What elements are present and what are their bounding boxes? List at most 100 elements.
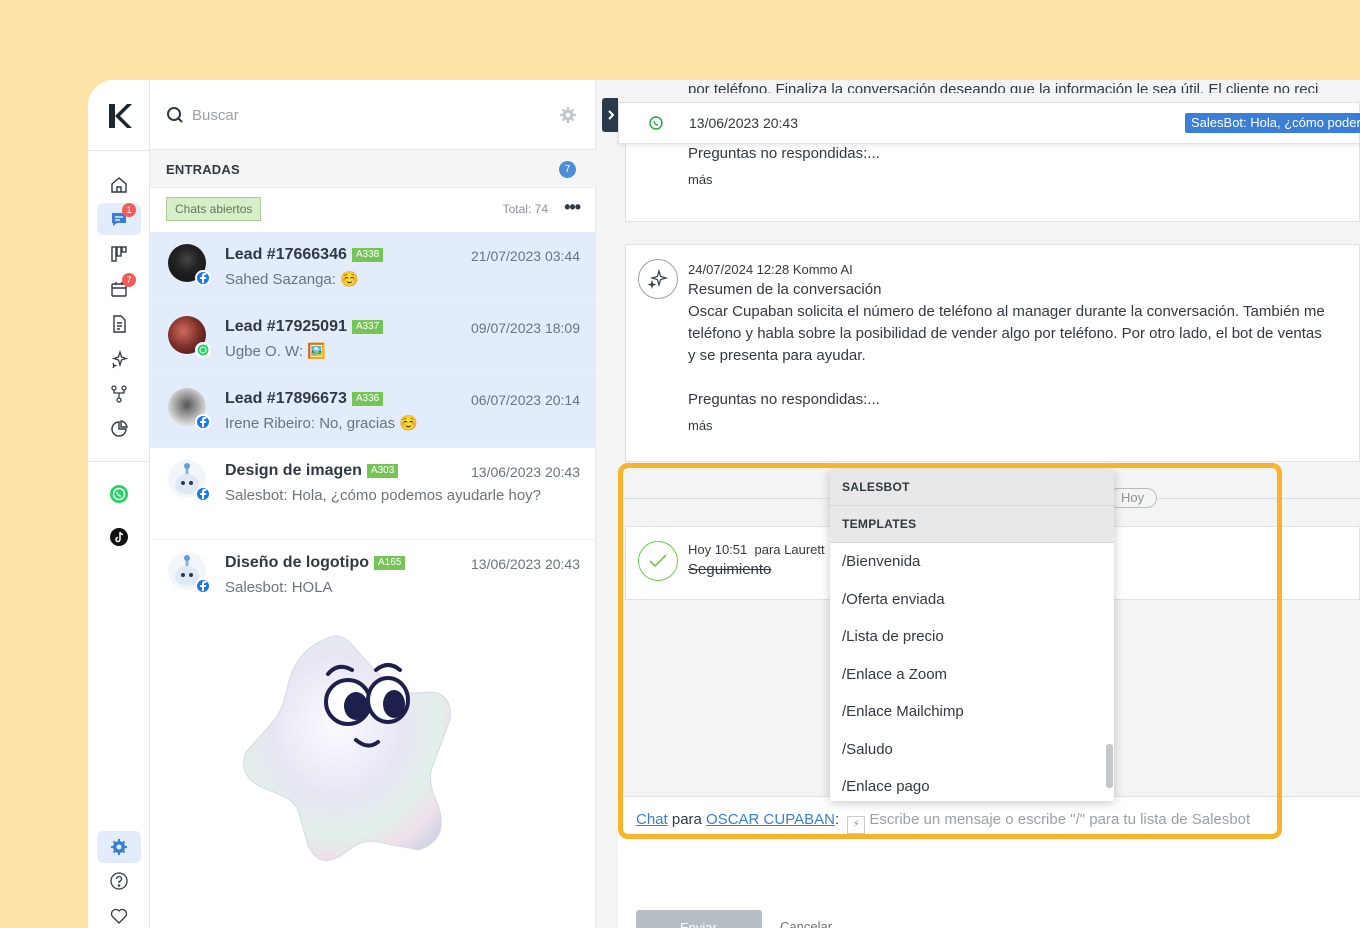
gear-icon[interactable] (558, 105, 578, 125)
conversation-time: 13/06/2023 20:43 (471, 464, 580, 480)
conversation-row[interactable]: Lead #17896673 A336 06/07/2023 20:14 Iren… (150, 376, 596, 448)
conversation-preview: Irene Ribeiro: No, gracias ☺️ (225, 415, 418, 432)
recipient-link[interactable]: OSCAR CUPABAN (706, 811, 835, 828)
conversation-row[interactable]: Lead #17925091 A337 09/07/2023 18:09 Ugbe… (150, 304, 596, 376)
send-button-label: Enviar (680, 920, 717, 928)
tasks-badge: 7 (122, 273, 136, 287)
chat-type-link[interactable]: Chat (636, 811, 668, 828)
conversation-time: 09/07/2023 18:09 (471, 320, 580, 336)
ai-summary-title: Resumen de la conversación (688, 281, 882, 298)
heart-icon[interactable] (97, 900, 141, 928)
lead-tag: A338 (351, 248, 384, 262)
panel-gap (596, 80, 618, 928)
task-title: Seguimiento (688, 561, 772, 578)
search-icon (167, 107, 183, 123)
dropdown-scrollbar[interactable] (1106, 744, 1113, 788)
conversation-title: Lead #17925091 (225, 318, 347, 335)
conversation-preview: Ugbe O. W: 🖼️ (225, 343, 326, 360)
more-options-icon[interactable]: ••• (564, 197, 581, 218)
template-item[interactable]: /Enlace pago (830, 768, 1114, 801)
unanswered-questions: Preguntas no respondidas:... (688, 145, 880, 162)
task-assignee: para Laurett (754, 542, 825, 557)
template-item[interactable]: /Enlace a Zoom (830, 656, 1114, 694)
task-time: Hoy 10:51 (688, 542, 748, 557)
ai-summary-line: Oscar Cupaban solicita el número de telé… (688, 303, 1325, 320)
automation-icon[interactable] (97, 378, 141, 410)
inbox-header: ENTRADAS 7 (150, 150, 596, 188)
app-window: 1 7 Buscar ENTRADAS 7 Chats abiertos Tot… (88, 80, 1360, 928)
more-link[interactable]: más (688, 415, 713, 437)
send-button[interactable]: Enviar (636, 910, 762, 928)
conversation-time: 21/07/2023 03:44 (471, 248, 580, 264)
conversation-title: Lead #17896673 (225, 390, 347, 407)
unanswered-questions: Preguntas no respondidas:... (688, 391, 880, 408)
conversation-preview: Sahed Sazanga: ☺️ (225, 271, 359, 288)
ai-sparkle-icon (638, 259, 678, 299)
conversation-list-panel: Buscar ENTRADAS 7 Chats abiertos Total: … (150, 80, 596, 928)
conversation-row[interactable]: Lead #17666346 A338 21/07/2023 03:44 Sahe… (150, 232, 596, 304)
document-icon[interactable] (97, 308, 141, 340)
day-separator-label: Hoy (1108, 488, 1158, 508)
bolt-icon[interactable]: ⚡ (847, 816, 866, 834)
conversation-title: Lead #17666346 (225, 246, 347, 263)
template-item[interactable]: /Enlace Mailchimp (830, 693, 1114, 731)
ai-summary-card: 24/07/2024 12:28 Kommo AI Resumen de la … (625, 244, 1360, 462)
conversation-title: Design de imagen (225, 462, 362, 479)
calendar-icon[interactable]: 7 (97, 273, 141, 305)
message-composer: Chat para OSCAR CUPABAN: ⚡ Escribe un men… (618, 796, 1360, 928)
pinned-message-bar[interactable]: 13/06/2023 20:43 SalesBot: Hola, ¿cómo p… (618, 102, 1360, 144)
chats-icon[interactable]: 1 (97, 203, 141, 235)
clipped-summary-text: por teléfono. Finaliza la conversación d… (688, 81, 1319, 93)
facebook-icon (195, 414, 211, 430)
facebook-icon (195, 578, 211, 594)
facebook-icon (195, 486, 211, 502)
help-icon[interactable] (97, 865, 141, 897)
conversation-preview: Salesbot: HOLA (225, 579, 333, 596)
inbox-count-badge: 7 (559, 161, 576, 178)
conversation-time: 13/06/2023 20:43 (471, 556, 580, 572)
reports-icon[interactable] (97, 413, 141, 445)
composer-colon: : (834, 811, 840, 828)
whatsapp-icon (649, 116, 663, 130)
lead-tag: A303 (366, 464, 399, 478)
inbox-title: ENTRADAS (166, 162, 240, 177)
salesbot-template-dropdown: SALESBOT TEMPLATES /Bienvenida /Oferta e… (830, 469, 1114, 801)
dropdown-section-templates[interactable]: TEMPLATES (830, 506, 1114, 543)
search-bar[interactable]: Buscar (150, 80, 596, 150)
template-item[interactable]: /Bienvenida (830, 543, 1114, 581)
lead-tag: A165 (374, 556, 406, 570)
conversation-preview: Salesbot: Hola, ¿cómo podemos ayudarle h… (225, 487, 542, 504)
template-item[interactable]: /Oferta enviada (830, 581, 1114, 619)
pipeline-icon[interactable] (97, 238, 141, 270)
conversation-row[interactable]: Design de imagen A303 13/06/2023 20:43 Sa… (150, 448, 596, 540)
tiktok-icon[interactable] (97, 521, 141, 553)
search-input[interactable]: Buscar (192, 107, 239, 124)
kommo-logo (109, 104, 132, 128)
chats-badge: 1 (122, 203, 136, 217)
composer-para-label: para (667, 811, 707, 828)
more-link[interactable]: más (688, 169, 713, 191)
filter-chip-open-chats[interactable]: Chats abiertos (166, 197, 262, 221)
template-item[interactable]: /Saludo (830, 731, 1114, 769)
ai-sparkle-icon[interactable] (97, 343, 141, 375)
home-icon[interactable] (97, 169, 141, 201)
conversation-row[interactable]: Diseño de logotipo A165 13/06/2023 20:43 … (150, 540, 596, 600)
lead-tag: A337 (351, 320, 384, 334)
message-input[interactable]: Escribe un mensaje o escribe "/" para tu… (869, 811, 1250, 828)
pinned-message-pill[interactable]: SalesBot: Hola, ¿cómo poder (1185, 113, 1360, 133)
filter-bar: Chats abiertos Total: 74 ••• (150, 188, 596, 232)
template-item[interactable]: /Lista de precio (830, 618, 1114, 656)
rail-divider (88, 150, 150, 151)
total-count: Total: 74 (502, 202, 548, 216)
checkmark-icon[interactable] (638, 541, 678, 581)
cancel-button[interactable]: Cancelar (780, 919, 832, 928)
star-mascot-illustration (243, 635, 451, 861)
pinned-date: 13/06/2023 20:43 (689, 115, 798, 131)
dropdown-section-salesbot[interactable]: SALESBOT (830, 469, 1114, 506)
ai-summary-line: y se presenta para ayudar. (688, 347, 866, 364)
whatsapp-icon[interactable] (97, 478, 141, 510)
settings-icon[interactable] (97, 831, 141, 863)
rail-divider (88, 461, 150, 462)
ai-summary-line: teléfono y habla sobre la posibilidad de… (688, 325, 1322, 342)
facebook-icon (195, 270, 211, 286)
